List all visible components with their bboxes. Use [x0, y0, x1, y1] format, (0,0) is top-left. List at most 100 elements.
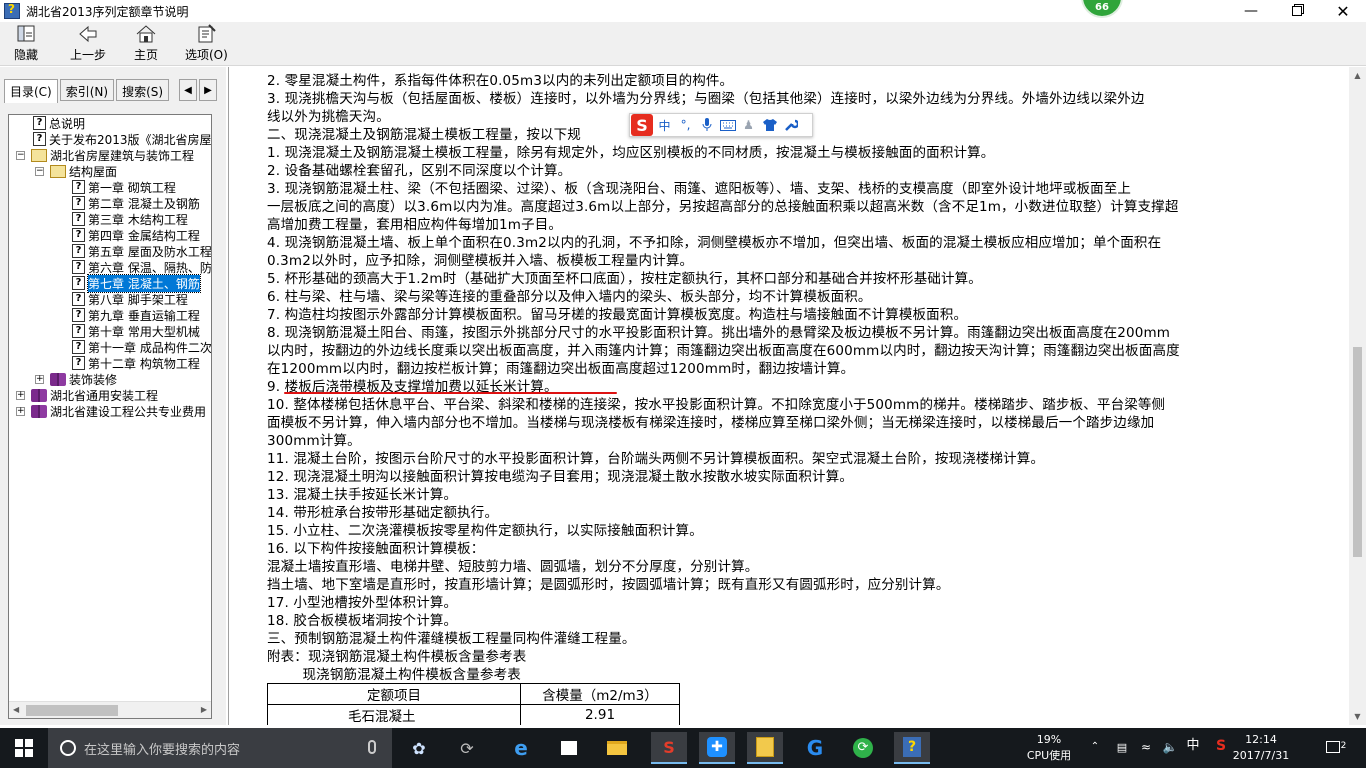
content-line: 一层板底之间的高度）以3.6m以内为准。高度超过3.6m以上部分，另按超高部分的…: [267, 199, 1179, 215]
tree-item[interactable]: ? 第二章 混凝土及钢筋: [72, 195, 200, 211]
tree-item[interactable]: ? 第六章 保温、隔热、防: [72, 259, 211, 275]
floating-ball-badge[interactable]: 66: [1081, 0, 1123, 18]
expand-toggle[interactable]: +: [16, 391, 25, 400]
scroll-down-icon[interactable]: ▼: [1349, 708, 1366, 725]
clock-date[interactable]: 2017/7/31: [1232, 749, 1290, 763]
content-vertical-scrollbar[interactable]: ▲ ▼: [1349, 67, 1366, 725]
ime-toolbar[interactable]: S 中 °, ♟: [629, 113, 813, 137]
task-view-app[interactable]: ✿: [401, 732, 437, 764]
expand-toggle[interactable]: +: [35, 375, 44, 384]
help-viewer-app[interactable]: ?: [894, 732, 930, 764]
back-label: 上一步: [70, 48, 107, 62]
expand-toggle[interactable]: +: [16, 407, 25, 416]
options-button[interactable]: 选项(O): [185, 24, 228, 64]
tree-item-selected[interactable]: ? 第七章 混凝土、钢筋: [72, 273, 201, 293]
cpu-percent[interactable]: 19%: [1032, 733, 1066, 747]
scroll-up-icon[interactable]: ▲: [1349, 67, 1366, 84]
sogou-browser-app[interactable]: S: [651, 732, 687, 764]
scrollbar-thumb[interactable]: [26, 705, 118, 716]
content-line: 6. 柱与梁、柱与墙、梁与梁等连接的重叠部分以及伸入墙内的梁头、板头部分，均不计…: [267, 289, 872, 305]
chevron-up-icon[interactable]: ⌃: [1088, 740, 1102, 754]
punctuation-icon[interactable]: °,: [676, 116, 695, 134]
tab-index[interactable]: 索引(N): [59, 79, 115, 101]
content-line: 2. 零星混凝土构件，系指每件体积在0.05m3以内的未列出定额项目的构件。: [267, 73, 734, 89]
maximize-button[interactable]: [1274, 0, 1320, 22]
tree-item[interactable]: ? 关于发布2013版《湖北省房屋: [33, 131, 211, 147]
tree-item[interactable]: ? 第三章 木结构工程: [72, 211, 188, 227]
topic-content: 2. 零星混凝土构件，系指每件体积在0.05m3以内的未列出定额项目的构件。 3…: [228, 67, 1348, 725]
table-cell: 毛石混凝土: [267, 704, 521, 725]
hide-button[interactable]: 隐藏: [14, 24, 38, 64]
sogou-logo-icon[interactable]: S: [631, 114, 653, 136]
search-placeholder: 在这里输入你要搜索的内容: [84, 742, 241, 758]
sogou-ime-tray-icon[interactable]: S: [1212, 739, 1230, 753]
tree-item[interactable]: ? 第八章 脚手架工程: [72, 291, 188, 307]
clock-time[interactable]: 12:14: [1232, 733, 1290, 747]
contents-tree[interactable]: ? 总说明 ? 关于发布2013版《湖北省房屋 − 湖北省房屋建筑与装饰工程 − 结…: [8, 114, 212, 719]
home-button[interactable]: 主页: [134, 24, 158, 64]
microphone-icon[interactable]: [697, 116, 716, 134]
question-page-icon: ?: [72, 324, 85, 338]
keyboard-icon[interactable]: [718, 116, 737, 134]
tree-item[interactable]: ? 第十章 常用大型机械: [72, 323, 200, 339]
tree-item[interactable]: 装饰装修: [50, 371, 117, 387]
network-icon[interactable]: ▤: [1114, 741, 1130, 755]
tree-item-label: 湖北省建设工程公共专业费用: [50, 404, 207, 419]
minimize-button[interactable]: —: [1228, 0, 1274, 22]
content-line: 13. 混凝土扶手按延长米计算。: [267, 487, 458, 503]
content-line: 高增加费工程量，套用相应构件每增加1m子目。: [267, 217, 563, 233]
tree-item[interactable]: ? 总说明: [33, 115, 85, 131]
tree-item[interactable]: ? 第五章 屋面及防水工程: [72, 243, 211, 259]
store-bag-icon: [561, 741, 577, 755]
tree-horizontal-scrollbar[interactable]: ◀ ▶: [9, 701, 211, 718]
tree-item[interactable]: ? 第四章 金属结构工程: [72, 227, 200, 243]
tree-item[interactable]: ? 第九章 垂直运输工程: [72, 307, 200, 323]
tab-scroll-left-button[interactable]: ◀: [179, 79, 197, 101]
tab-contents[interactable]: 目录(C): [4, 79, 58, 103]
cad-app[interactable]: ✚: [699, 732, 735, 764]
table-header-cell: 含模量（m2/m3）: [520, 683, 680, 705]
question-page-icon: ?: [72, 356, 85, 370]
tree-item[interactable]: 湖北省房屋建筑与装饰工程: [31, 147, 194, 163]
scroll-left-icon: ◀: [13, 705, 20, 714]
taskbar-search-box[interactable]: 在这里输入你要搜索的内容: [48, 728, 392, 768]
tree-item[interactable]: 湖北省建设工程公共专业费用: [31, 403, 206, 419]
content-line: 18. 胶合板模板堵洞按个计算。: [267, 613, 458, 629]
back-button[interactable]: 上一步: [70, 24, 106, 64]
file-explorer-app[interactable]: [599, 732, 635, 764]
collapse-toggle[interactable]: −: [16, 151, 25, 160]
skin-shirt-icon[interactable]: [760, 116, 779, 134]
tab-scroll-right-button[interactable]: ▶: [199, 79, 217, 101]
store-app[interactable]: [551, 732, 587, 764]
tree-item[interactable]: ? 第十二章 构筑物工程: [72, 355, 200, 371]
question-page-icon: ?: [72, 180, 85, 194]
start-button[interactable]: [0, 728, 48, 768]
ime-mode-button[interactable]: 中: [655, 116, 674, 134]
microphone-icon[interactable]: [368, 740, 376, 754]
tree-item[interactable]: 湖北省通用安装工程: [31, 387, 158, 403]
collapse-toggle[interactable]: −: [35, 167, 44, 176]
wrench-tools-icon[interactable]: [781, 116, 800, 134]
tree-item-label: 第九章 垂直运输工程: [88, 308, 200, 323]
tab-search[interactable]: 搜索(S): [116, 79, 170, 101]
wifi-icon[interactable]: ≈: [1138, 740, 1154, 754]
restore-icon: [1292, 6, 1302, 16]
close-button[interactable]: ✕: [1320, 0, 1366, 22]
volume-icon[interactable]: 🔈: [1162, 740, 1178, 754]
edge-browser-app[interactable]: e: [503, 732, 539, 764]
user-icon[interactable]: ♟: [739, 116, 758, 134]
pinwheel-app-icon: ✿: [412, 738, 426, 758]
tab-search-label: 搜索(S): [122, 85, 164, 99]
scrollbar-thumb[interactable]: [1353, 347, 1362, 557]
browser-app[interactable]: ⟳: [449, 732, 485, 764]
tree-item[interactable]: ? 第十一章 成品构件二次: [72, 339, 211, 355]
action-center-button[interactable]: 2: [1324, 739, 1348, 753]
notes-app[interactable]: [747, 732, 783, 764]
tree-item[interactable]: ? 第一章 砌筑工程: [72, 179, 176, 195]
tree-item[interactable]: 结构屋面: [50, 163, 117, 179]
ime-language-indicator[interactable]: 中: [1185, 739, 1201, 753]
sogou-explorer-app[interactable]: G: [797, 732, 833, 764]
tree-item-label: 第七章 混凝土、钢筋: [87, 273, 201, 293]
refresh-app[interactable]: ⟳: [845, 732, 881, 764]
content-line: 在1200mm以内时，翻边按栏板计算；雨篷翻边突出板面高度超过1200mm时，翻…: [267, 361, 855, 377]
